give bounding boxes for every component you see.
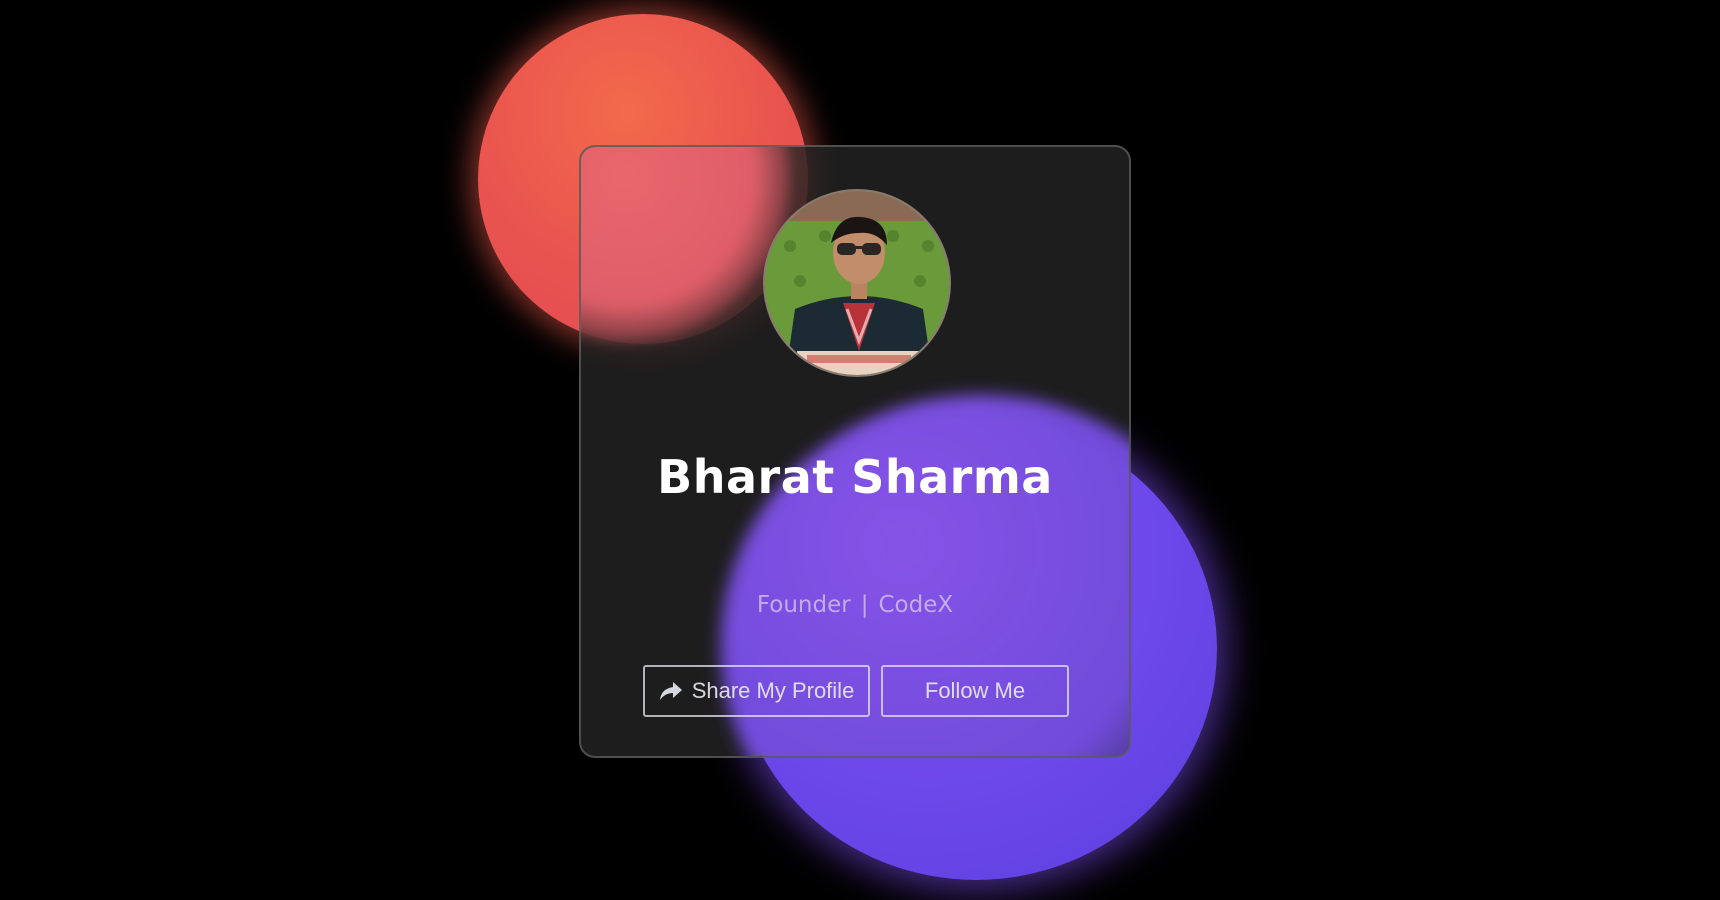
profile-name: Bharat Sharma	[657, 450, 1053, 504]
avatar-photo	[765, 191, 949, 375]
profile-card: Bharat Sharma Founder | CodeX Share My Pro…	[579, 145, 1131, 758]
follow-label: Follow Me	[924, 678, 1026, 703]
share-profile-label: Share My Profile	[691, 678, 855, 703]
profile-role: Founder | CodeX	[581, 592, 1129, 618]
share-arrow-icon	[659, 680, 683, 702]
role-separator: |	[860, 592, 869, 618]
share-profile-button[interactable]: Share My Profile	[643, 665, 870, 717]
avatar	[763, 189, 951, 377]
page: Bharat Sharma Founder | CodeX Share My Pro…	[0, 0, 1720, 900]
action-buttons: Share My Profile Follow Me	[643, 665, 1069, 717]
role-title: Founder	[756, 592, 851, 618]
company-name: CodeX	[878, 592, 954, 618]
follow-button[interactable]: Follow Me	[881, 665, 1069, 717]
card-red-glow	[581, 147, 791, 342]
